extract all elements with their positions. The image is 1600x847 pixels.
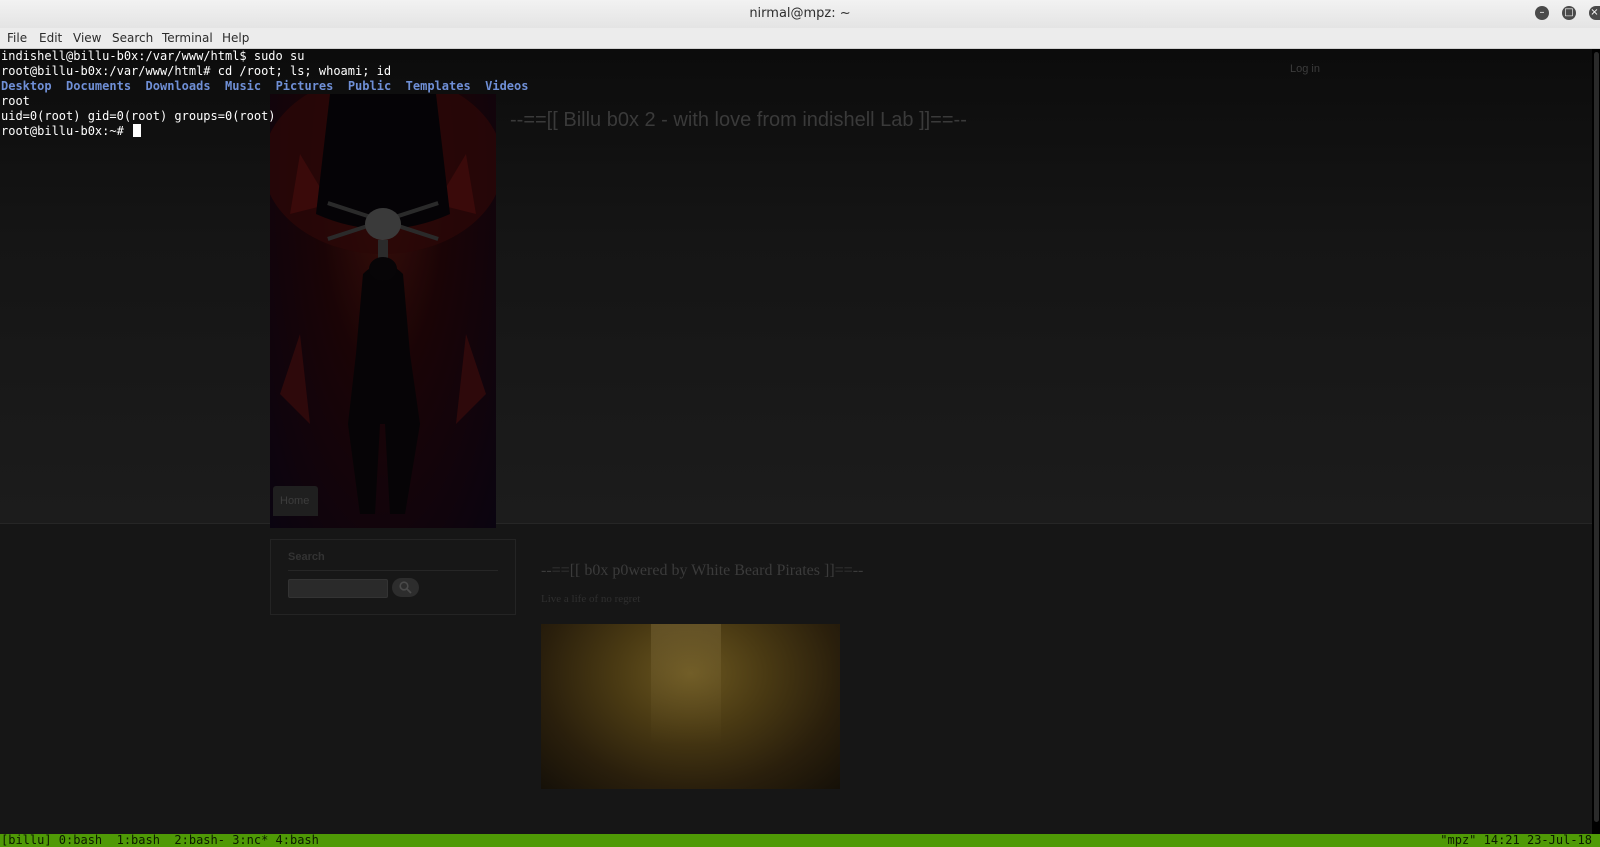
scrollbar-thumb[interactable] [1594,52,1599,822]
tmux-status-bar: [billu] 0:bash 1:bash 2:bash- 3:nc* 4:ba… [0,834,1600,847]
dir-templates: Templates [405,79,471,93]
search-widget-divider [288,570,498,571]
site-title: --==[[ Billu b0x 2 - with love from indi… [510,109,967,131]
search-input[interactable] [288,579,388,598]
terminal-prompt-line[interactable]: root@billu-b0x:~# [1,124,142,139]
menu-help[interactable]: Help [222,31,249,45]
terminal-area[interactable]: Log in --==[[ Billu b0x 2 - with love fr… [0,49,1600,834]
whoami-output: root [1,94,30,108]
terminal-prompt: root@billu-b0x:~# [1,124,132,138]
menu-terminal[interactable]: Terminal [162,31,213,45]
search-widget: Search [270,539,516,615]
search-widget-title: Search [288,551,325,563]
window-title: nirmal@mpz: ~ [749,6,851,21]
ls-output: Desktop Documents Downloads Music Pictur… [1,79,528,94]
menu-search[interactable]: Search [112,31,153,45]
menu-bar: File Edit View Search Terminal Help [0,28,1600,49]
post-subtitle: Live a life of no regret [541,593,641,605]
post-title[interactable]: --==[[ b0x p0wered by White Beard Pirate… [541,562,863,580]
dir-public: Public [347,79,392,93]
search-button[interactable] [392,578,419,597]
search-icon [399,581,412,594]
dir-pictures: Pictures [275,79,334,93]
menu-view[interactable]: View [73,31,101,45]
menu-file[interactable]: File [7,31,27,45]
terminal-line: root@billu-b0x:/var/www/html# cd /root; … [1,64,392,78]
dir-desktop: Desktop [1,79,52,93]
dir-downloads: Downloads [145,79,211,93]
minimize-button[interactable]: – [1535,6,1549,20]
window-titlebar[interactable]: nirmal@mpz: ~ – □ × [0,0,1600,29]
close-button[interactable]: × [1589,6,1600,20]
dir-documents: Documents [66,79,132,93]
maximize-button[interactable]: □ [1562,6,1576,20]
menu-edit[interactable]: Edit [39,31,62,45]
terminal-line: indishell@billu-b0x:/var/www/html$ sudo … [1,49,305,63]
dir-videos: Videos [485,79,529,93]
tmux-status-right: "mpz" 14:21 23-Jul-18 [1440,833,1592,847]
terminal-cursor [133,124,142,137]
nav-tab-home[interactable]: Home [273,486,318,516]
hero-image [270,94,496,528]
id-output: uid=0(root) gid=0(root) groups=0(root) [1,109,276,123]
post-image [541,624,840,789]
login-link[interactable]: Log in [1290,63,1320,75]
background-webpage: Log in --==[[ Billu b0x 2 - with love fr… [0,49,1592,834]
nav-tab-home-label: Home [280,495,310,507]
dir-music: Music [225,79,262,93]
terminal-scrollbar[interactable] [1592,49,1600,834]
tmux-window-list[interactable]: [billu] 0:bash 1:bash 2:bash- 3:nc* 4:ba… [1,834,319,847]
